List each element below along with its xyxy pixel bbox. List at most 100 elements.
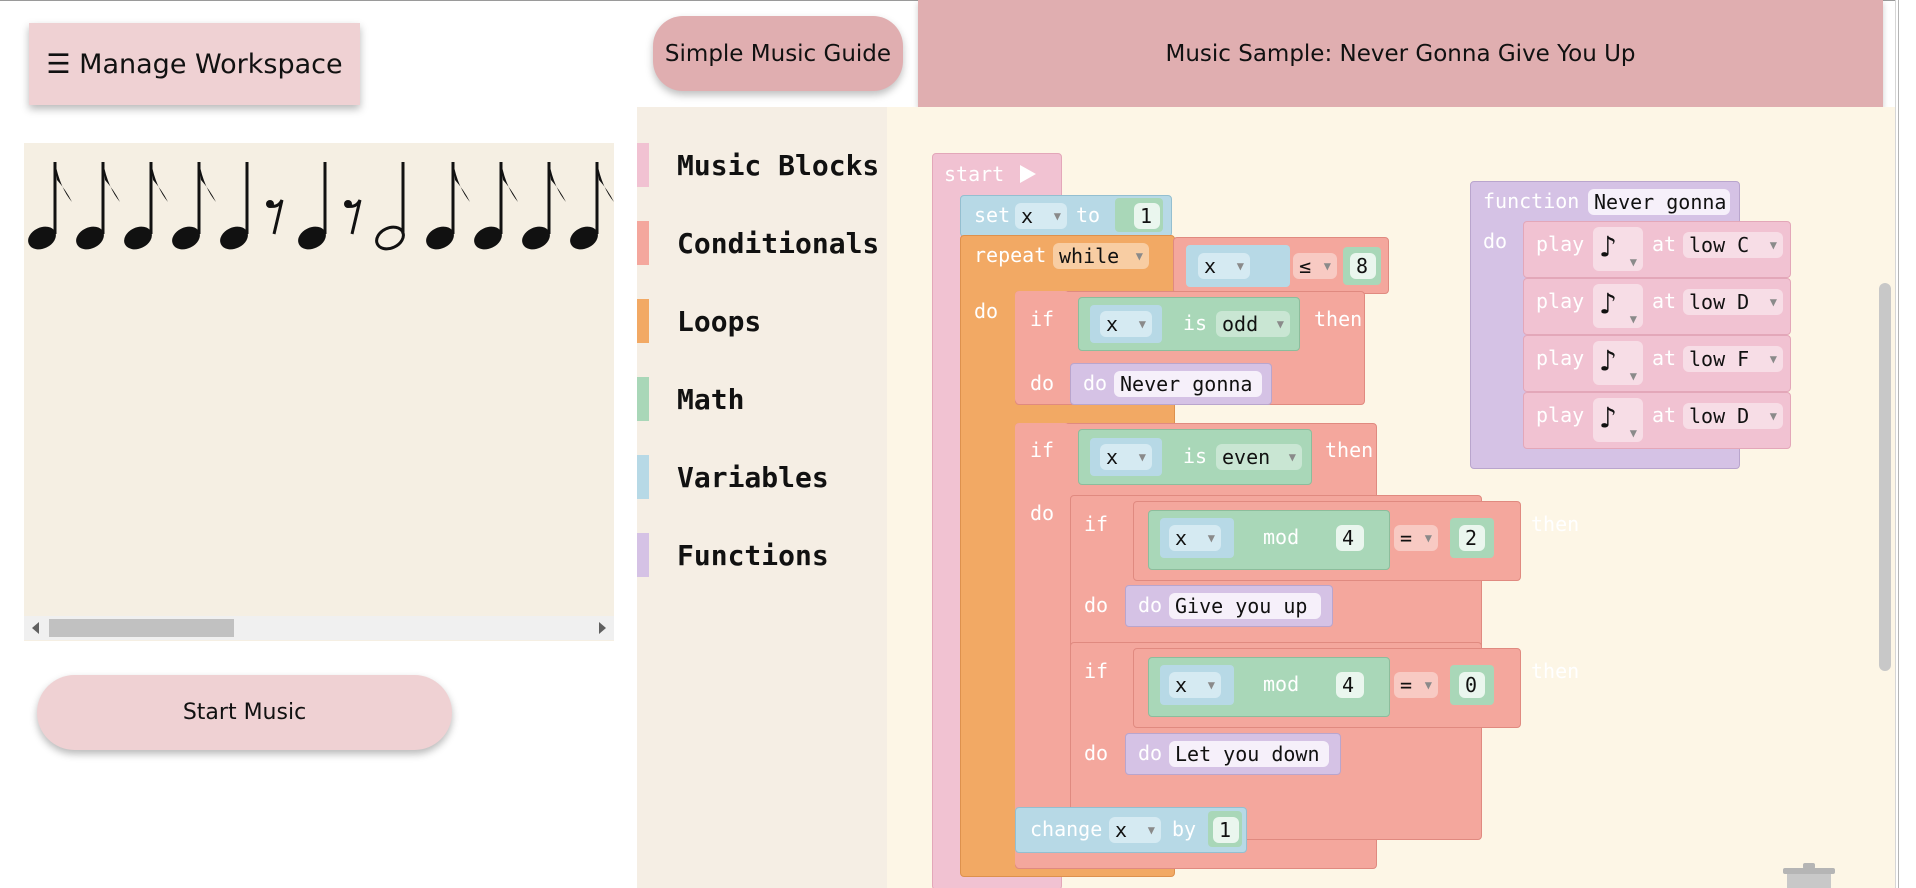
if-label: if — [1030, 438, 1055, 462]
repeat-mode-dropdown[interactable]: while ▼ — [1053, 243, 1149, 269]
dropdown-arrow-icon: ▼ — [1629, 426, 1637, 440]
rest-icon — [266, 199, 284, 235]
manage-workspace-button[interactable]: ☰ Manage Workspace — [29, 23, 360, 105]
note-icon: ♪ — [1599, 230, 1618, 265]
if-even-arm — [1015, 423, 1069, 867]
note-duration-dropdown[interactable]: ♪ ▼ — [1593, 227, 1643, 271]
variable-dropdown[interactable]: x ▼ — [1198, 253, 1250, 279]
page-scrollbar-edge — [1898, 0, 1899, 888]
start-label: start — [944, 162, 1005, 186]
repeat-label: repeat — [974, 243, 1047, 267]
variable-name: x — [1175, 526, 1188, 550]
rest-icon — [344, 199, 362, 235]
note-pitch-dropdown[interactable]: low D ▼ — [1683, 289, 1783, 315]
if-label: if — [1084, 659, 1109, 683]
is-label: is — [1183, 311, 1208, 335]
note-icon — [570, 162, 614, 250]
number-field[interactable]: 1 — [1134, 203, 1160, 229]
number-field[interactable]: 4 — [1336, 525, 1364, 551]
category-label: Math — [677, 382, 745, 416]
function-name-field[interactable]: Give you up — [1169, 593, 1321, 619]
simple-music-guide-button[interactable]: Simple Music Guide — [653, 16, 903, 91]
dropdown-arrow-icon: ▼ — [1138, 450, 1146, 464]
variable-dropdown[interactable]: x ▼ — [1169, 525, 1221, 551]
number-field[interactable]: 2 — [1459, 525, 1485, 551]
function-name-field[interactable]: Let you down — [1169, 741, 1329, 767]
category-color-swatch — [637, 533, 649, 577]
trash-can-icon[interactable] — [1777, 862, 1841, 888]
scroll-right-arrow-icon[interactable] — [599, 622, 606, 634]
number-field[interactable]: 0 — [1459, 672, 1485, 698]
block-toolbox: Music Blocks Conditionals Loops Math Var… — [637, 107, 887, 888]
dropdown-arrow-icon: ▼ — [1138, 317, 1146, 331]
then-label: then — [1325, 438, 1374, 462]
parity-dropdown[interactable]: odd ▼ — [1216, 311, 1290, 337]
variable-name: x — [1204, 254, 1217, 278]
note-pitch-dropdown[interactable]: low D ▼ — [1683, 403, 1783, 429]
comparison-dropdown[interactable]: = ▼ — [1394, 672, 1438, 698]
function-name-field[interactable]: Never gonna — [1588, 189, 1730, 215]
variable-dropdown[interactable]: x ▼ — [1100, 444, 1152, 470]
number-field[interactable]: 1 — [1213, 817, 1239, 843]
dropdown-arrow-icon: ▼ — [1424, 531, 1432, 545]
category-music-blocks[interactable]: Music Blocks — [637, 143, 887, 187]
function-name-field[interactable]: Never gonna — [1114, 371, 1262, 397]
note-icon — [298, 162, 327, 250]
score-notes — [28, 162, 614, 251]
category-color-swatch — [637, 299, 649, 343]
dropdown-arrow-icon: ▼ — [1207, 678, 1215, 692]
note-pitch-dropdown[interactable]: low C ▼ — [1683, 232, 1783, 258]
note-icon — [474, 162, 518, 250]
variable-name: x — [1021, 204, 1034, 228]
dropdown-arrow-icon: ▼ — [1769, 352, 1777, 366]
then-label: then — [1531, 659, 1580, 683]
do-call-label: do — [1083, 371, 1108, 395]
play-triangle-icon — [1020, 165, 1036, 183]
score-scroll-thumb[interactable] — [49, 619, 234, 637]
music-sample-button[interactable]: Music Sample: Never Gonna Give You Up — [918, 0, 1883, 107]
category-conditionals[interactable]: Conditionals — [637, 221, 887, 265]
category-label: Functions — [677, 538, 829, 572]
variable-dropdown[interactable]: x ▼ — [1169, 672, 1221, 698]
note-duration-dropdown[interactable]: ♪ ▼ — [1593, 284, 1643, 328]
workspace-vertical-scrollbar[interactable] — [1879, 283, 1891, 671]
variable-dropdown[interactable]: x ▼ — [1109, 817, 1161, 843]
blocks-workspace[interactable]: start set x ▼ to 1 repeat while ▼ x ▼ ≤ ▼ 8 … — [887, 107, 1895, 888]
dropdown-arrow-icon: ▼ — [1288, 450, 1296, 464]
comparison-dropdown[interactable]: ≤ ▼ — [1293, 253, 1337, 279]
note-duration-dropdown[interactable]: ♪ ▼ — [1593, 398, 1643, 442]
note-icon — [28, 162, 72, 250]
parity-dropdown[interactable]: even ▼ — [1216, 444, 1302, 470]
to-label: to — [1076, 203, 1101, 227]
start-music-button[interactable]: Start Music — [37, 675, 452, 750]
mod-label: mod — [1263, 672, 1300, 696]
at-label: at — [1652, 403, 1677, 427]
category-color-swatch — [637, 455, 649, 499]
do-call-label: do — [1138, 741, 1163, 765]
category-variables[interactable]: Variables — [637, 455, 887, 499]
dropdown-arrow-icon: ▼ — [1629, 255, 1637, 269]
category-loops[interactable]: Loops — [637, 299, 887, 343]
dropdown-arrow-icon: ▼ — [1769, 295, 1777, 309]
play-label: play — [1536, 232, 1585, 256]
scroll-left-arrow-icon[interactable] — [32, 622, 39, 634]
variable-name: x — [1175, 673, 1188, 697]
category-label: Variables — [677, 460, 829, 494]
number-field[interactable]: 4 — [1336, 672, 1364, 698]
then-label: then — [1314, 307, 1363, 331]
comparison-operator: = — [1400, 673, 1413, 697]
category-functions[interactable]: Functions — [637, 533, 887, 577]
note-icon: ♪ — [1599, 344, 1618, 379]
note-pitch-dropdown[interactable]: low F ▼ — [1683, 346, 1783, 372]
note-icon: ♪ — [1599, 401, 1618, 436]
variable-dropdown[interactable]: x ▼ — [1100, 311, 1152, 337]
number-field[interactable]: 8 — [1350, 253, 1376, 279]
category-math[interactable]: Math — [637, 377, 887, 421]
comparison-dropdown[interactable]: = ▼ — [1394, 525, 1438, 551]
note-pitch-value: low D — [1689, 290, 1750, 314]
score-horizontal-scrollbar[interactable] — [24, 616, 614, 640]
note-duration-dropdown[interactable]: ♪ ▼ — [1593, 341, 1643, 385]
variable-dropdown[interactable]: x ▼ — [1015, 203, 1067, 229]
dropdown-arrow-icon: ▼ — [1135, 249, 1143, 263]
do-label: do — [974, 299, 999, 323]
